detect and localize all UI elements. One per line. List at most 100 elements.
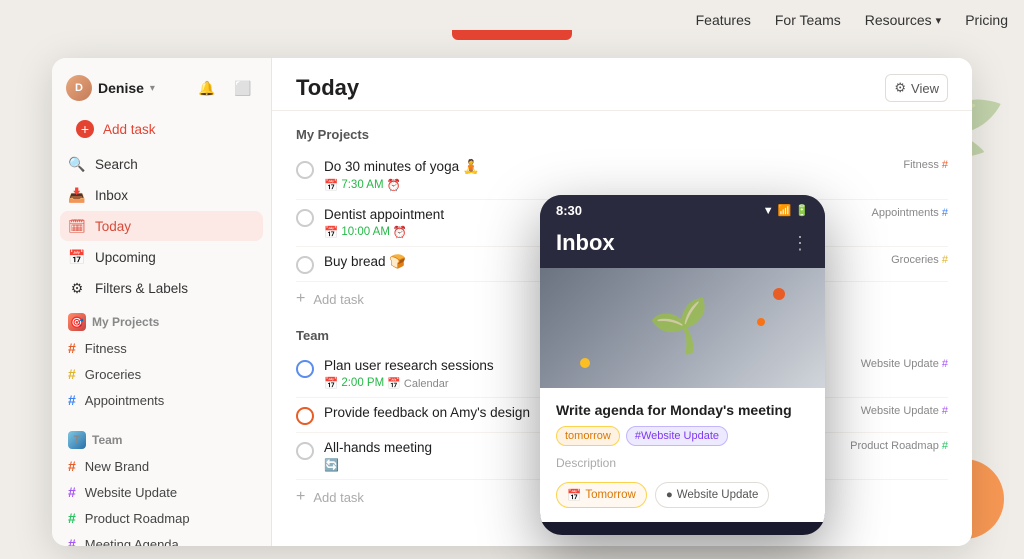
inbox-icon: 📥 [68, 186, 86, 204]
user-name: Denise [98, 80, 144, 96]
filter-icon: ⚙ [68, 279, 86, 297]
website-update-label: Website Update [677, 489, 759, 501]
task-name: Do 30 minutes of yoga 🧘 [324, 159, 893, 175]
app-window: D Denise ▾ 🔔 ⬜ + Add task 🔍 Search 📥 Inb… [52, 58, 972, 546]
task-checkbox-allhands[interactable] [296, 442, 314, 460]
sidebar-item-today-label: Today [95, 219, 131, 234]
notifications-button[interactable]: 🔔 [193, 74, 221, 102]
calendar-icon: 📅 [567, 488, 581, 502]
nav-resources[interactable]: Resources [865, 12, 941, 28]
today-icon: 🗓 [68, 217, 86, 235]
hash-icon: # [68, 484, 76, 500]
task-time: 📅 2:00 PM 📅 Calendar [324, 376, 449, 390]
layout-button[interactable]: ⬜ [229, 74, 257, 102]
project-product-roadmap[interactable]: # Product Roadmap [60, 505, 263, 531]
chevron-down-icon: ▾ [150, 83, 155, 94]
alarm-icon: ⏰ [387, 178, 401, 192]
mobile-card-title: Write agenda for Monday's meeting [556, 402, 809, 418]
hash-icon: # [68, 392, 76, 408]
plus-icon: + [76, 120, 94, 138]
view-label: View [911, 81, 939, 96]
plus-icon: + [296, 290, 305, 308]
sidebar-item-inbox[interactable]: 📥 Inbox [60, 180, 263, 210]
project-website-update-label: Website Update [85, 485, 177, 500]
task-checkbox-research[interactable] [296, 360, 314, 378]
project-groceries[interactable]: # Groceries [60, 361, 263, 387]
recur-icon: 🔄 [324, 458, 339, 472]
mobile-status-icons: ▼ 📶 🔋 [763, 204, 809, 217]
page-title: Today [296, 75, 359, 101]
mobile-tags: tomorrow #Website Update [556, 426, 809, 446]
clock-icon: 📅 [324, 178, 338, 192]
project-new-brand-label: New Brand [85, 459, 149, 474]
project-groceries-label: Groceries [85, 367, 141, 382]
sidebar-item-filters[interactable]: ⚙ Filters & Labels [60, 273, 263, 303]
mobile-time: 8:30 [556, 203, 582, 218]
battery-icon: 🔋 [795, 204, 809, 217]
signal-icon: ▼ [763, 205, 774, 217]
website-update-action-button[interactable]: ● Website Update [655, 482, 770, 508]
sidebar-item-upcoming[interactable]: 📅 Upcoming [60, 242, 263, 272]
mobile-actions: 📅 Tomorrow ● Website Update [556, 482, 809, 508]
sidebar-item-today[interactable]: 🗓 Today [60, 211, 263, 241]
sidebar-item-upcoming-label: Upcoming [95, 250, 156, 265]
mobile-inbox-title: Inbox [556, 230, 615, 256]
my-projects-avatar: 🎯 [68, 313, 86, 331]
task-checkbox-bread[interactable] [296, 256, 314, 274]
dot-decoration [580, 358, 590, 368]
hash-icon: # [68, 458, 76, 474]
sidebar-item-filters-label: Filters & Labels [95, 281, 188, 296]
project-fitness[interactable]: # Fitness [60, 335, 263, 361]
project-website-update[interactable]: # Website Update [60, 479, 263, 505]
task-tag-website2: Website Update # [861, 405, 948, 417]
mobile-overlay: 8:30 ▼ 📶 🔋 Inbox ⋮ 🌱 Write agenda for Mo… [540, 195, 825, 535]
add-task-inline-label: Add task [313, 292, 364, 307]
project-meeting-agenda[interactable]: # Meeting Agenda [60, 531, 263, 546]
nav-for-teams[interactable]: For Teams [775, 12, 841, 28]
main-header: Today ⚙ View [272, 58, 972, 111]
nav-features[interactable]: Features [696, 12, 751, 28]
sidebar-nav: + Add task 🔍 Search 📥 Inbox 🗓 Today 📅 Up… [52, 114, 271, 303]
sidebar-item-search-label: Search [95, 157, 138, 172]
search-icon: 🔍 [68, 155, 86, 173]
project-new-brand[interactable]: # New Brand [60, 453, 263, 479]
mobile-task-card: Write agenda for Monday's meeting tomorr… [540, 388, 825, 522]
hash-icon: # [68, 510, 76, 526]
upcoming-icon: 📅 [68, 248, 86, 266]
team-title: Team [92, 433, 122, 447]
task-meta: 📅 7:30 AM ⏰ [324, 178, 893, 192]
calendar-label: 📅 Calendar [387, 377, 448, 390]
mobile-tag-website[interactable]: #Website Update [626, 426, 728, 446]
project-appointments[interactable]: # Appointments [60, 387, 263, 413]
task-time: 📅 7:30 AM ⏰ [324, 178, 401, 192]
mobile-status-bar: 8:30 ▼ 📶 🔋 [540, 195, 825, 222]
add-task-button[interactable]: + Add task [68, 114, 255, 144]
task-content: Do 30 minutes of yoga 🧘 📅 7:30 AM ⏰ [324, 159, 893, 192]
sidebar-item-inbox-label: Inbox [95, 188, 128, 203]
add-task-team-label: Add task [313, 490, 364, 505]
mobile-description-label: Description [556, 456, 809, 470]
wifi-icon: 📶 [778, 204, 792, 217]
hash-icon: # [68, 340, 76, 356]
mobile-decoration: 🌱 [540, 268, 825, 388]
dot-decoration [773, 288, 785, 300]
my-projects-section: 🎯 My Projects [52, 303, 271, 335]
sidebar-item-search[interactable]: 🔍 Search [60, 149, 263, 179]
team-avatar: T [68, 431, 86, 449]
task-checkbox-yoga[interactable] [296, 161, 314, 179]
dot-decoration [757, 318, 765, 326]
my-projects-section-header: My Projects [296, 127, 948, 142]
tomorrow-action-button[interactable]: 📅 Tomorrow [556, 482, 647, 508]
task-checkbox-feedback[interactable] [296, 407, 314, 425]
task-tag-fitness: Fitness # [903, 159, 948, 171]
view-button[interactable]: ⚙ View [885, 74, 948, 102]
user-menu[interactable]: D Denise ▾ [66, 75, 155, 101]
alarm-icon: ⏰ [393, 225, 407, 239]
sidebar: D Denise ▾ 🔔 ⬜ + Add task 🔍 Search 📥 Inb… [52, 58, 272, 546]
task-tag-groceries: Groceries # [891, 254, 948, 266]
nav-pricing[interactable]: Pricing [965, 12, 1008, 28]
task-checkbox-dentist[interactable] [296, 209, 314, 227]
sliders-icon: ⚙ [894, 80, 906, 96]
more-options-button[interactable]: ⋮ [791, 233, 809, 254]
mobile-tag-tomorrow[interactable]: tomorrow [556, 426, 620, 446]
